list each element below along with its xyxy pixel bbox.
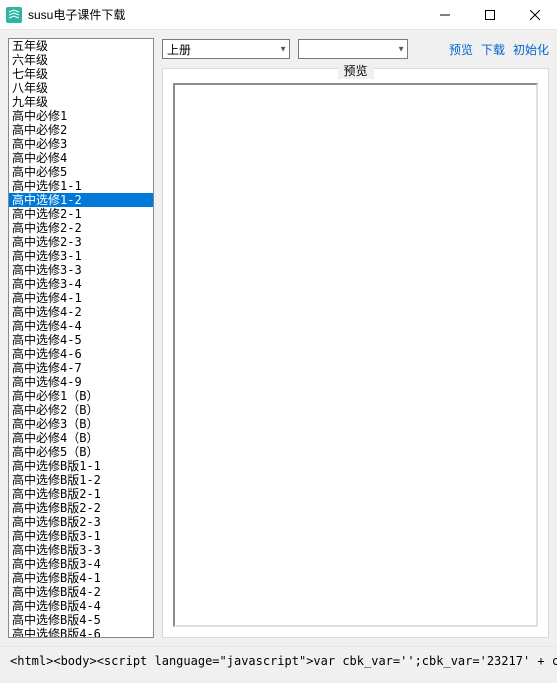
list-item[interactable]: 高中选修B版3-4 [9, 557, 153, 571]
maximize-button[interactable] [467, 0, 512, 30]
list-item[interactable]: 高中选修4-1 [9, 291, 153, 305]
volume-select[interactable]: 上册 ▼ [162, 39, 290, 59]
list-item[interactable]: 高中选修B版2-2 [9, 501, 153, 515]
status-bar: <html><body><script language="javascript… [0, 646, 557, 674]
titlebar: susu电子课件下载 [0, 0, 557, 30]
list-item[interactable]: 高中选修2-3 [9, 235, 153, 249]
list-item[interactable]: 五年级 [9, 39, 153, 53]
list-item[interactable]: 高中选修4-9 [9, 375, 153, 389]
list-item[interactable]: 高中选修B版2-1 [9, 487, 153, 501]
list-item[interactable]: 高中选修B版4-1 [9, 571, 153, 585]
preview-groupbox: 预览 [162, 68, 549, 638]
list-item[interactable]: 高中选修2-2 [9, 221, 153, 235]
list-item[interactable]: 高中必修2（B） [9, 403, 153, 417]
second-select[interactable]: ▼ [298, 39, 408, 59]
content-area: 五年级六年级七年级八年级九年级高中必修1高中必修2高中必修3高中必修4高中必修5… [0, 30, 557, 646]
chevron-down-icon: ▼ [397, 45, 405, 54]
toolbar: 上册 ▼ ▼ 预览 下载 初始化 [162, 38, 549, 60]
list-item[interactable]: 高中选修4-5 [9, 333, 153, 347]
close-button[interactable] [512, 0, 557, 30]
preview-button[interactable]: 预览 [449, 41, 473, 58]
grade-list[interactable]: 五年级六年级七年级八年级九年级高中必修1高中必修2高中必修3高中必修4高中必修5… [8, 38, 154, 638]
volume-select-value: 上册 [167, 41, 191, 58]
list-item[interactable]: 高中选修1-1 [9, 179, 153, 193]
list-item[interactable]: 高中必修4 [9, 151, 153, 165]
list-item[interactable]: 高中选修4-2 [9, 305, 153, 319]
list-item[interactable]: 七年级 [9, 67, 153, 81]
download-button[interactable]: 下载 [481, 41, 505, 58]
chevron-down-icon: ▼ [279, 45, 287, 54]
preview-content [173, 83, 538, 627]
list-item[interactable]: 高中选修B版4-5 [9, 613, 153, 627]
list-item[interactable]: 高中选修B版4-2 [9, 585, 153, 599]
list-item[interactable]: 高中必修5 [9, 165, 153, 179]
list-item[interactable]: 高中必修1（B） [9, 389, 153, 403]
list-item[interactable]: 高中必修3（B） [9, 417, 153, 431]
list-item[interactable]: 高中选修1-2 [9, 193, 153, 207]
list-item[interactable]: 八年级 [9, 81, 153, 95]
list-item[interactable]: 高中选修3-1 [9, 249, 153, 263]
preview-label: 预览 [337, 62, 373, 79]
list-item[interactable]: 高中必修2 [9, 123, 153, 137]
list-item[interactable]: 高中选修3-3 [9, 263, 153, 277]
list-item[interactable]: 高中必修1 [9, 109, 153, 123]
list-item[interactable]: 高中选修B版4-6 [9, 627, 153, 638]
list-item[interactable]: 高中选修4-6 [9, 347, 153, 361]
list-item[interactable]: 高中选修B版1-1 [9, 459, 153, 473]
list-item[interactable]: 高中选修4-4 [9, 319, 153, 333]
list-item[interactable]: 高中选修3-4 [9, 277, 153, 291]
list-item[interactable]: 高中选修B版3-3 [9, 543, 153, 557]
list-item[interactable]: 高中选修2-1 [9, 207, 153, 221]
list-item[interactable]: 高中选修B版1-2 [9, 473, 153, 487]
list-item[interactable]: 高中选修B版2-3 [9, 515, 153, 529]
list-item[interactable]: 高中选修B版4-4 [9, 599, 153, 613]
minimize-button[interactable] [422, 0, 467, 30]
app-icon [6, 7, 22, 23]
status-text: <html><body><script language="javascript… [10, 654, 557, 668]
init-button[interactable]: 初始化 [513, 41, 549, 58]
list-item[interactable]: 高中选修4-7 [9, 361, 153, 375]
list-item[interactable]: 高中选修B版3-1 [9, 529, 153, 543]
window-title: susu电子课件下载 [28, 6, 422, 23]
list-item[interactable]: 高中必修4（B） [9, 431, 153, 445]
list-item[interactable]: 九年级 [9, 95, 153, 109]
list-item[interactable]: 高中必修5（B） [9, 445, 153, 459]
list-item[interactable]: 六年级 [9, 53, 153, 67]
list-item[interactable]: 高中必修3 [9, 137, 153, 151]
right-pane: 上册 ▼ ▼ 预览 下载 初始化 预览 [162, 38, 549, 638]
